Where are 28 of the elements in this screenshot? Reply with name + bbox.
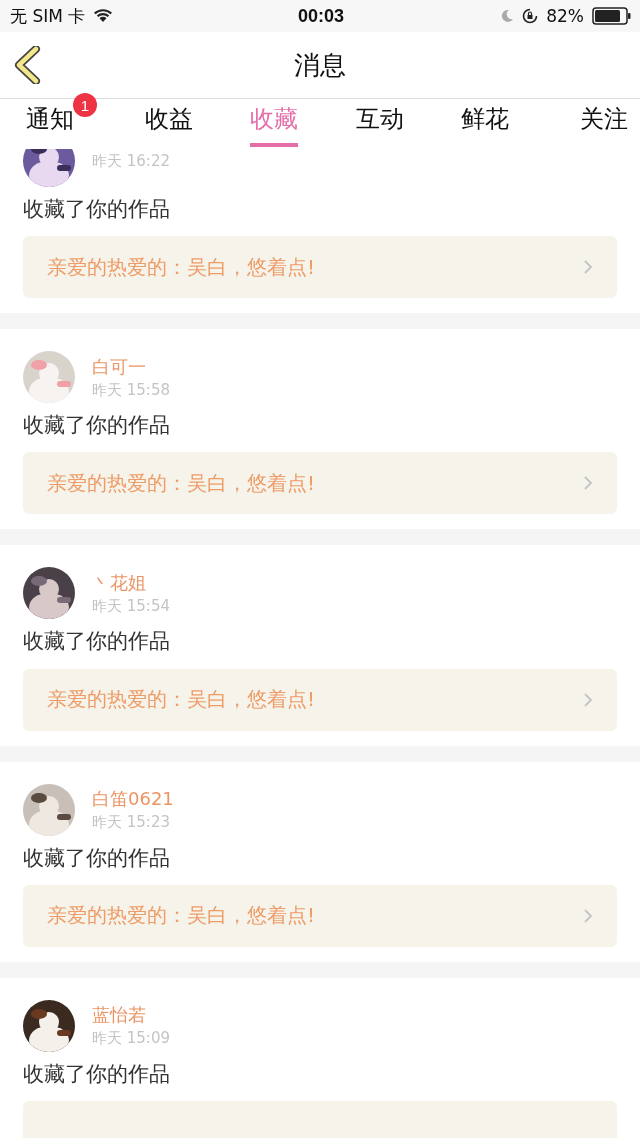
battery-text: 82% (546, 6, 584, 26)
user-name[interactable]: 白笛0621 (92, 787, 174, 812)
tab[interactable]: 互动 (355, 99, 404, 147)
page-title: 消息 (294, 48, 346, 82)
user-name[interactable]: 丶花姐 (92, 570, 170, 595)
clock-text: 00:03 (297, 5, 344, 27)
tab[interactable]: 鲜花 (461, 99, 510, 147)
message-text: 收藏了你的作品 (23, 845, 171, 871)
message-text: 收藏了你的作品 (23, 629, 171, 655)
work-link[interactable]: 亲爱的热爱的：吴白，悠着点! (23, 668, 617, 731)
carrier-text: 无 SIM 卡 (10, 4, 86, 28)
tab[interactable]: 通知 (26, 99, 74, 147)
tab[interactable]: 收益 (144, 99, 193, 147)
work-link[interactable]: 亲爱的热爱的：吴白，悠着点! (23, 452, 617, 515)
message-time: 昨天 15:58 (92, 380, 170, 400)
user-name[interactable]: 白可一 (92, 354, 170, 379)
work-link[interactable]: 亲爱的热爱的：吴白，悠着点! (23, 884, 617, 947)
notification-badge: 1 (73, 93, 97, 117)
work-link[interactable]: 亲爱的热爱的：吴白，悠着点! (23, 236, 617, 299)
message-text: 收藏了你的作品 (23, 1061, 171, 1087)
user-name[interactable]: 蓝怡若 (92, 1003, 170, 1028)
message-text: 收藏了你的作品 (23, 197, 171, 223)
message-text: 收藏了你的作品 (23, 413, 171, 439)
message-time: 昨天 15:23 (92, 813, 171, 833)
message-time: 昨天 16:22 (92, 151, 170, 171)
message-time: 昨天 15:09 (92, 1029, 170, 1049)
message-time: 昨天 15:54 (92, 596, 170, 616)
tab[interactable]: 关注 (579, 99, 628, 147)
